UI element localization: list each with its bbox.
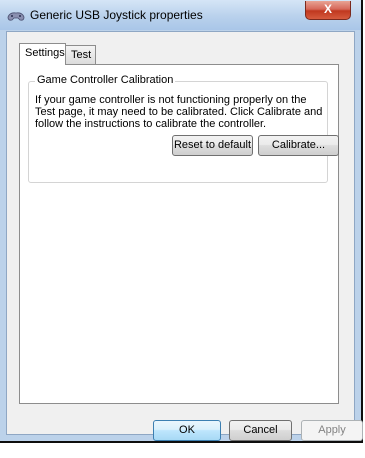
groupbox-title: Game Controller Calibration [35, 74, 176, 86]
close-button[interactable]: X [305, 1, 351, 20]
cancel-button[interactable]: Cancel [229, 420, 292, 441]
tab-settings[interactable]: Settings [19, 43, 66, 65]
ok-button[interactable]: OK [153, 420, 221, 441]
joystick-icon [7, 12, 25, 21]
calibration-description: If your game controller is not functioni… [35, 94, 323, 130]
window-title: Generic USB Joystick properties [30, 8, 203, 22]
settings-panel: Game Controller Calibration If your game… [19, 64, 339, 404]
properties-window: Generic USB Joystick properties X Settin… [0, 0, 363, 443]
calibration-groupbox: Game Controller Calibration If your game… [28, 74, 328, 183]
tab-test[interactable]: Test [65, 45, 96, 64]
close-icon: X [323, 2, 332, 16]
apply-button[interactable]: Apply [301, 420, 363, 441]
title-bar[interactable]: Generic USB Joystick properties X [0, 0, 361, 30]
dialog-client-area: Settings Test Game Controller Calibratio… [6, 31, 363, 441]
calibrate-button[interactable]: Calibrate... [258, 135, 339, 156]
reset-to-default-button[interactable]: Reset to default [172, 135, 253, 156]
